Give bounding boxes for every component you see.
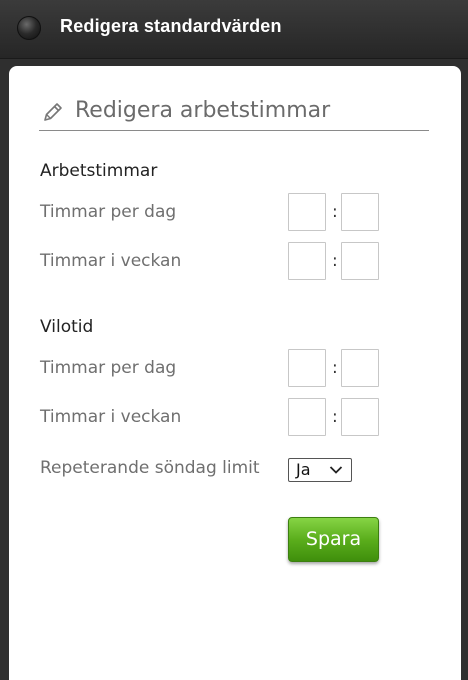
work-hours-per-week-minutes-input[interactable] xyxy=(341,242,379,280)
save-button[interactable]: Spara xyxy=(288,517,379,562)
rest-hours-per-week-minutes-input[interactable] xyxy=(341,398,379,436)
window-titlebar[interactable]: Redigera standardvärden xyxy=(0,0,468,59)
rest-hours-per-week-label: Timmar i veckan xyxy=(40,407,182,427)
form-header: Redigera arbetstimmar xyxy=(39,96,429,131)
select-value: Ja xyxy=(296,460,311,479)
time-separator: : xyxy=(332,202,338,222)
rest-hours-per-day-hours-input[interactable] xyxy=(288,349,326,387)
rest-hours-per-day-minutes-input[interactable] xyxy=(341,349,379,387)
section-title-work-hours: Arbetstimmar xyxy=(40,161,158,181)
chevron-down-icon xyxy=(329,466,343,474)
repeat-sunday-limit-select[interactable]: Ja xyxy=(288,458,352,482)
work-hours-per-day-minutes-input[interactable] xyxy=(341,193,379,231)
work-hours-per-week-label: Timmar i veckan xyxy=(40,251,182,271)
work-hours-per-day-hours-input[interactable] xyxy=(288,193,326,231)
form-title: Redigera arbetstimmar xyxy=(75,98,331,123)
window-title: Redigera standardvärden xyxy=(60,16,282,36)
section-title-rest-time: Vilotid xyxy=(40,317,94,337)
work-hours-per-week-hours-input[interactable] xyxy=(288,242,326,280)
work-hours-per-day-label: Timmar per dag xyxy=(40,202,177,222)
window-dot-icon[interactable] xyxy=(17,16,41,40)
rest-hours-per-day-label: Timmar per dag xyxy=(40,358,177,378)
dialog-panel: Redigera arbetstimmar Arbetstimmar Timma… xyxy=(9,66,461,680)
pencil-icon xyxy=(44,103,62,121)
repeat-sunday-limit-label: Repeterande söndag limit xyxy=(40,458,260,478)
time-separator: : xyxy=(332,407,338,427)
time-separator: : xyxy=(332,358,338,378)
time-separator: : xyxy=(332,251,338,271)
rest-hours-per-week-hours-input[interactable] xyxy=(288,398,326,436)
